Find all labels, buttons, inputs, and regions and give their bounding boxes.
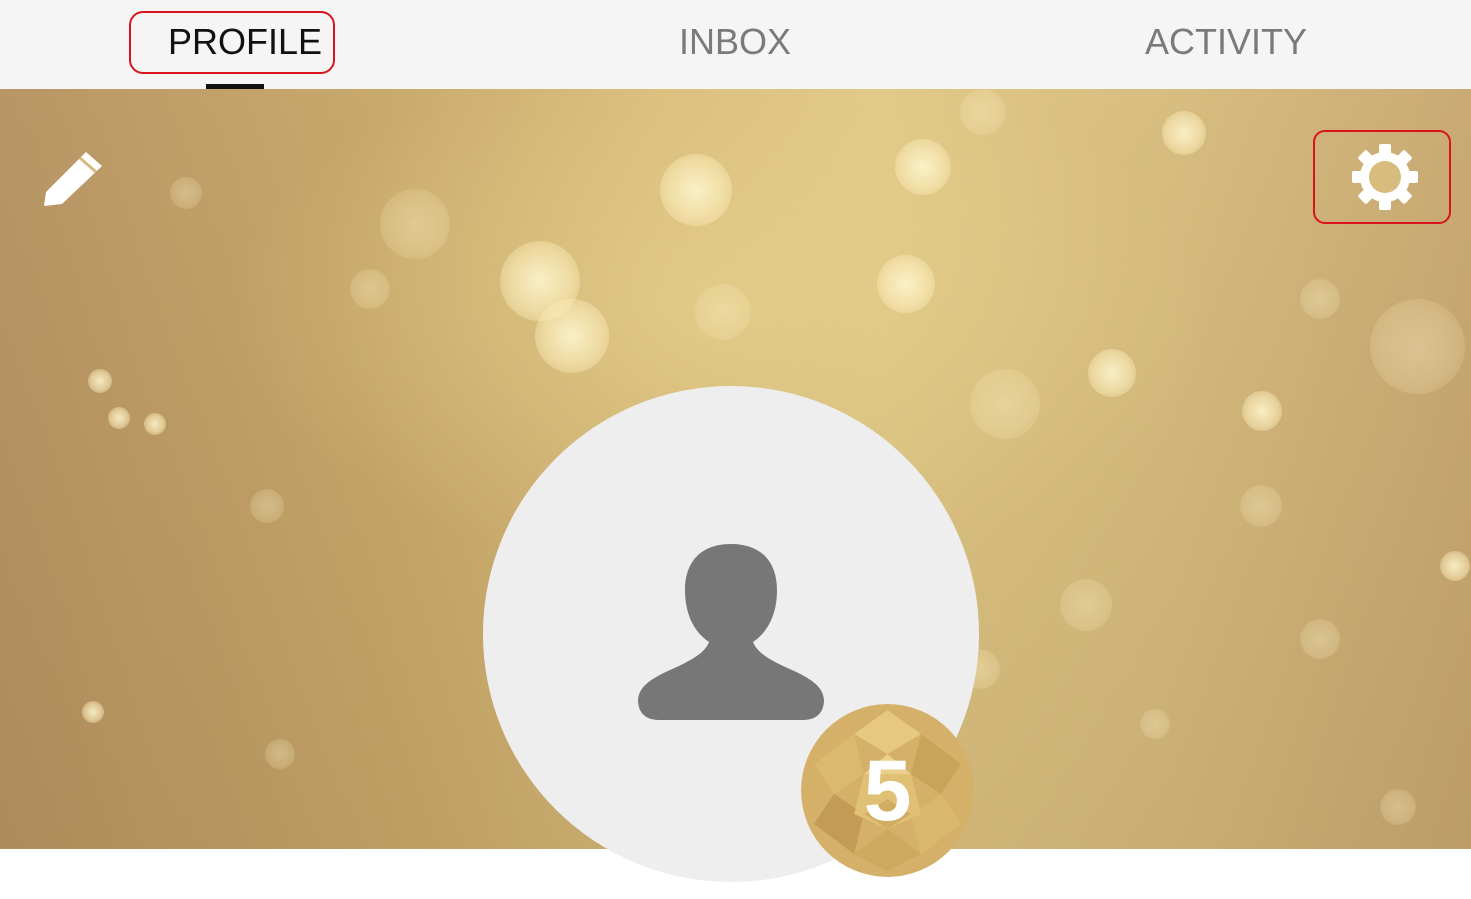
- bokeh-light: [1370, 299, 1465, 394]
- bokeh-light: [380, 189, 450, 259]
- bokeh-light: [660, 154, 732, 226]
- tab-activity-label: ACTIVITY: [1144, 20, 1308, 62]
- bokeh-light: [1242, 391, 1282, 431]
- tab-profile[interactable]: PROFILE: [0, 0, 490, 89]
- bokeh-light: [695, 284, 751, 340]
- bokeh-light: [1300, 279, 1340, 319]
- bokeh-light: [1162, 111, 1206, 155]
- bokeh-light: [895, 139, 951, 195]
- gear-icon[interactable]: [1350, 144, 1420, 210]
- bokeh-light: [970, 369, 1040, 439]
- tab-activity[interactable]: ACTIVITY: [981, 0, 1471, 89]
- bokeh-light: [1060, 579, 1112, 631]
- bokeh-light: [170, 177, 202, 209]
- bokeh-light: [535, 299, 609, 373]
- bokeh-light: [1300, 619, 1340, 659]
- tab-bar: PROFILE INBOX ACTIVITY: [0, 0, 1471, 89]
- bokeh-light: [877, 255, 935, 313]
- bokeh-light: [1088, 349, 1136, 397]
- bokeh-light: [1440, 551, 1470, 581]
- bokeh-light: [1140, 709, 1170, 739]
- badge-level-number: 5: [863, 743, 912, 839]
- tab-inbox-label: INBOX: [678, 20, 792, 62]
- level-badge: 5: [801, 704, 974, 877]
- bokeh-light: [82, 701, 104, 723]
- tab-inbox[interactable]: INBOX: [490, 0, 980, 89]
- bokeh-light: [265, 739, 295, 769]
- pencil-icon[interactable]: [40, 146, 106, 208]
- bokeh-light: [108, 407, 130, 429]
- bokeh-light: [250, 489, 284, 523]
- bokeh-light: [350, 269, 390, 309]
- bokeh-light: [960, 89, 1006, 135]
- bokeh-light: [88, 369, 112, 393]
- bokeh-light: [1380, 789, 1416, 825]
- bokeh-light: [1240, 485, 1282, 527]
- tab-profile-label: PROFILE: [167, 20, 323, 62]
- bokeh-light: [144, 413, 166, 435]
